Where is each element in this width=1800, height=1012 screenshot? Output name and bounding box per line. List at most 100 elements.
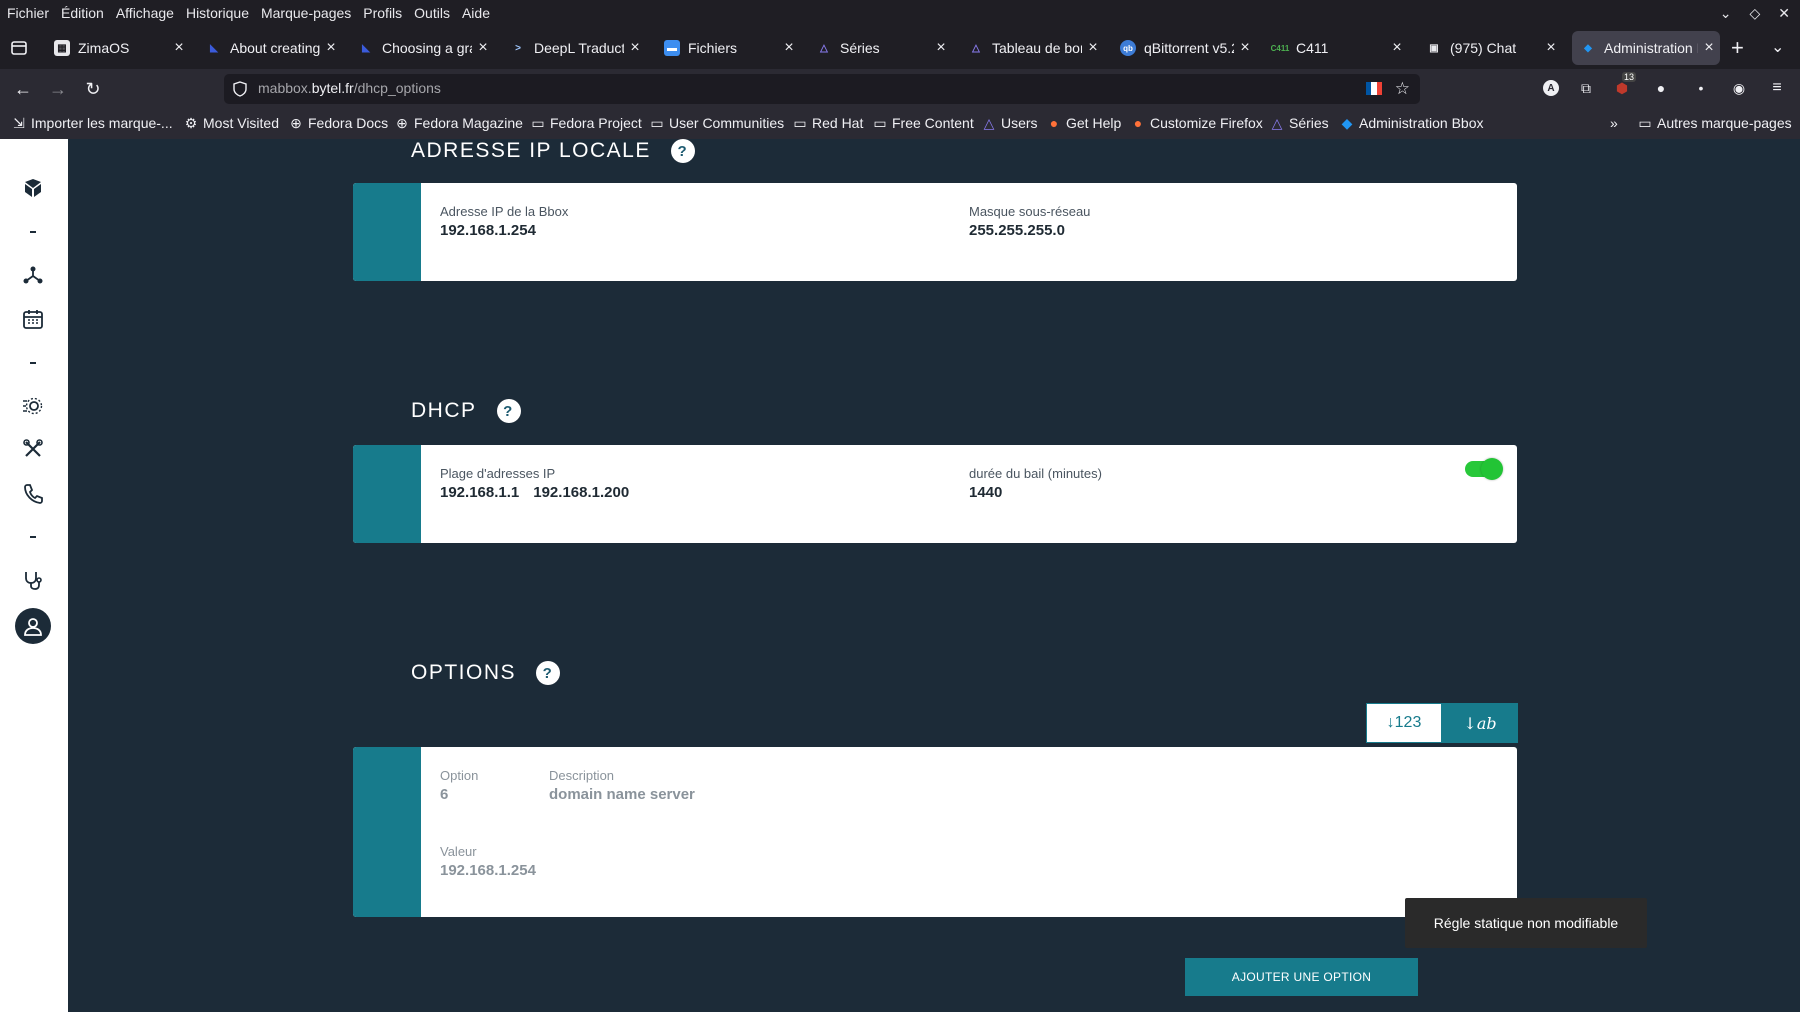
sort-alpha-button[interactable]: ↓ab	[1442, 703, 1518, 743]
menu-edit[interactable]: Édition	[55, 0, 110, 27]
close-icon[interactable]: ×	[1698, 39, 1720, 57]
help-icon[interactable]: ?	[670, 139, 695, 163]
bookmarks-overflow-icon[interactable]: »	[1610, 115, 1618, 131]
tab-c411[interactable]: C411 C411 ×	[1264, 31, 1408, 65]
close-icon[interactable]: ×	[168, 39, 190, 57]
help-icon[interactable]: ?	[496, 399, 521, 423]
option-value-field: Valeur 192.168.1.254	[440, 844, 536, 879]
tab-deepl[interactable]: > DeepL Traductio ×	[502, 31, 646, 65]
section-heading: OPTIONS	[411, 661, 517, 684]
section-title-ip: ADRESSE IP LOCALE ?	[411, 139, 695, 163]
close-icon[interactable]: ×	[472, 39, 494, 57]
tab-title: ZimaOS	[78, 40, 130, 56]
bookmark-fedora-project[interactable]: ▭ Fedora Project	[531, 115, 641, 132]
account-icon[interactable]: A	[1541, 78, 1561, 98]
phone-icon[interactable]	[20, 480, 46, 506]
tab-title: (975) Chat	[1450, 40, 1517, 56]
forward-icon[interactable]: →	[47, 78, 69, 100]
tab-qbittorrent[interactable]: qb qBittorrent v5.2 ×	[1112, 31, 1256, 65]
close-icon[interactable]: ×	[1386, 39, 1408, 57]
bookmark-fedora-docs[interactable]: ⊕ Fedora Docs	[289, 115, 388, 132]
menu-view[interactable]: Affichage	[110, 0, 180, 27]
bookmark-user-communities[interactable]: ▭ User Communities	[650, 114, 784, 132]
calendar-icon[interactable]	[20, 306, 46, 332]
tab-series[interactable]: △ Séries ×	[808, 31, 952, 65]
tab-choosing-graph[interactable]: ◣ Choosing a grap ×	[350, 31, 494, 65]
badge: 13	[1622, 72, 1637, 82]
menu-file[interactable]: Fichier	[0, 0, 55, 27]
bookmark-most-visited[interactable]: ⚙ Most Visited	[184, 115, 279, 132]
close-icon[interactable]: ×	[1540, 39, 1562, 57]
bookmark-star-icon[interactable]: ☆	[1395, 79, 1410, 99]
field-label: Plage d'adresses IP	[440, 466, 556, 481]
bookmark-administration-bbox[interactable]: ◆ Administration Bbox	[1340, 115, 1484, 132]
menu-icon[interactable]: ≡	[1767, 78, 1787, 98]
close-window-icon[interactable]: ✕	[1778, 5, 1790, 22]
bookmark-free-content[interactable]: ▭ Free Content	[873, 115, 973, 132]
bookmark-import[interactable]: ⇲ Importer les marque-...	[12, 115, 172, 132]
menu-bookmarks[interactable]: Marque-pages	[255, 0, 357, 27]
bookmark-label: Customize Firefox	[1150, 115, 1263, 131]
tab-about-creating[interactable]: ◣ About creating ×	[198, 31, 342, 65]
firefox-view-icon[interactable]	[8, 37, 30, 59]
bookmark-fedora-magazine[interactable]: ⊕ Fedora Magazine	[395, 115, 523, 132]
close-icon[interactable]: ×	[320, 39, 342, 57]
extension-icon[interactable]: ●	[1651, 78, 1671, 98]
field-value: 192.168.1.1 192.168.1.200	[440, 484, 629, 501]
bookmark-red-hat[interactable]: ▭ Red Hat	[793, 115, 863, 132]
tab-administration[interactable]: ◆ Administration I ×	[1572, 31, 1720, 65]
menu-tools[interactable]: Outils	[408, 0, 456, 27]
tools-icon[interactable]	[20, 436, 46, 462]
tab-zimaos[interactable]: ▦ ZimaOS ×	[46, 31, 190, 65]
url-bar[interactable]: mabbox.bytel.fr/dhcp_options ☆	[224, 74, 1420, 104]
menu-profiles[interactable]: Profils	[357, 0, 408, 27]
shield-icon[interactable]	[232, 81, 248, 97]
sort-numeric-button[interactable]: ↓123	[1366, 703, 1442, 743]
tab-title: Séries	[840, 40, 880, 56]
close-icon[interactable]: ×	[1234, 39, 1256, 57]
maximize-icon[interactable]: ◇	[1749, 5, 1760, 22]
bookmark-series[interactable]: △ Séries	[1270, 115, 1329, 132]
tab-chat[interactable]: ▣ (975) Chat ×	[1418, 31, 1562, 65]
app-sidebar	[0, 139, 68, 1012]
menu-help[interactable]: Aide	[456, 0, 496, 27]
dhcp-toggle[interactable]	[1465, 458, 1503, 480]
network-icon[interactable]	[20, 262, 46, 288]
bbox-icon: ◆	[1584, 42, 1592, 54]
close-icon[interactable]: ×	[1082, 39, 1104, 57]
window-controls: ⌄ ◇ ✕	[1720, 0, 1790, 27]
back-icon[interactable]: ←	[12, 78, 34, 100]
bookmark-customize-firefox[interactable]: ● Customize Firefox	[1131, 115, 1263, 131]
record-icon[interactable]: •	[1691, 78, 1711, 98]
french-flag-icon[interactable]	[1366, 82, 1382, 95]
settings-network-icon[interactable]	[20, 393, 46, 419]
folder-icon: ▭	[650, 114, 664, 131]
menu-history[interactable]: Historique	[180, 0, 255, 27]
add-option-button[interactable]: AJOUTER UNE OPTION	[1185, 958, 1418, 996]
bookmark-other[interactable]: ▭ Autres marque-pages	[1638, 115, 1791, 132]
close-icon[interactable]: ×	[624, 39, 646, 57]
extension-icon[interactable]: ◉	[1729, 78, 1749, 98]
bookmark-get-help[interactable]: ● Get Help	[1047, 115, 1121, 131]
firefox-icon: ●	[1049, 115, 1059, 131]
reload-icon[interactable]: ↻	[82, 78, 104, 100]
bbox-logo-icon[interactable]	[20, 175, 46, 201]
user-profile-icon[interactable]	[15, 608, 51, 644]
close-icon[interactable]: ×	[930, 39, 952, 57]
stethoscope-icon[interactable]	[20, 567, 46, 593]
chevron-down-icon[interactable]: ⌄	[1771, 37, 1784, 57]
field-label: Valeur	[440, 844, 477, 859]
c411-icon: C411	[1270, 43, 1290, 53]
tab-tableau-de-bord[interactable]: △ Tableau de bord ×	[960, 31, 1104, 65]
option-card[interactable]: Option 6 Description domain name server …	[353, 747, 1517, 917]
new-tab-icon[interactable]: +	[1731, 35, 1744, 61]
extensions-icon[interactable]: ⧉	[1576, 78, 1596, 98]
help-icon[interactable]: ?	[536, 661, 561, 685]
ublock-icon[interactable]: ⬢ 13	[1612, 72, 1637, 98]
field-value: 192.168.1.254	[440, 862, 536, 879]
section-heading: DHCP	[411, 399, 477, 422]
bookmark-users[interactable]: △ Users	[982, 115, 1038, 132]
close-icon[interactable]: ×	[778, 39, 800, 57]
minimize-icon[interactable]: ⌄	[1720, 5, 1732, 22]
tab-fichiers[interactable]: ▬ Fichiers ×	[656, 31, 800, 65]
